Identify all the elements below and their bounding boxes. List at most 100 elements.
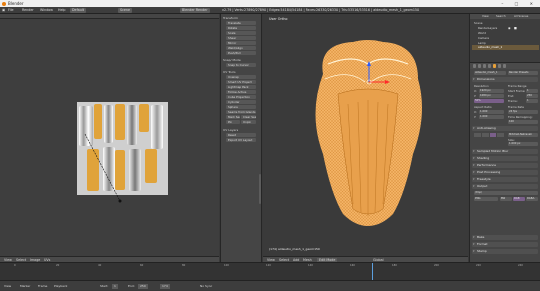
aa-filter-dropdown[interactable]: Mitchell-Netravali: [508, 133, 538, 137]
tool-unwrap-button[interactable]: Unwrap: [226, 75, 256, 79]
end-frame-field[interactable]: 250: [526, 93, 538, 98]
res-x-field[interactable]: 1920 px: [479, 88, 504, 93]
world-tab-icon[interactable]: [488, 63, 491, 68]
outliner-tab-search[interactable]: Search: [496, 14, 506, 19]
modifier-tab-icon[interactable]: [498, 63, 501, 68]
tool-unpin-button[interactable]: Unpin: [241, 120, 256, 124]
tool-scale-button[interactable]: Scale: [226, 31, 256, 35]
tl-end-field[interactable]: 250: [138, 283, 148, 289]
panel-dimensions[interactable]: Dimensions: [472, 77, 538, 82]
object-name-field[interactable]: aldeudio_mesh_1: [474, 71, 506, 75]
section-uv-layers[interactable]: UV Layers: [223, 128, 261, 132]
section-uv-tools[interactable]: UV Tools: [223, 70, 261, 74]
color-bw-button[interactable]: BW: [500, 197, 512, 201]
tool-rotate-button[interactable]: Rotate: [226, 26, 256, 30]
res-y-field[interactable]: 1080 px: [479, 93, 504, 98]
render-engine-selector[interactable]: Blender Render: [180, 8, 210, 13]
frame-rate-label: Frame Rate: [508, 105, 525, 109]
start-frame-field[interactable]: 1: [526, 88, 538, 93]
menu-render[interactable]: Render: [22, 7, 34, 14]
frame-rate-dropdown[interactable]: 24 fps: [508, 109, 538, 114]
panel-stamp[interactable]: Stamp: [472, 249, 538, 254]
time-remap-field[interactable]: 100: [508, 119, 538, 124]
aspect-y-field[interactable]: 1.000: [479, 114, 504, 119]
aa-11-button[interactable]: [489, 133, 497, 137]
panel-performance[interactable]: Performance: [472, 163, 538, 168]
object-tab-icon[interactable]: [493, 63, 496, 68]
render-tab-icon[interactable]: [473, 63, 476, 68]
outliner-tab-view[interactable]: View: [482, 14, 489, 19]
section-snap[interactable]: Snap/ Mode: [223, 58, 261, 62]
visibility-eye-icon[interactable]: ◉: [508, 26, 511, 30]
aa-5-button[interactable]: [474, 133, 481, 137]
tool-clear-seam-button[interactable]: Clear Seam: [241, 115, 256, 119]
tool-weld-button[interactable]: Weld/Align: [226, 46, 256, 50]
tool-lightmap-button[interactable]: Lightmap Pack: [226, 85, 256, 89]
render-presets-field[interactable]: Render Presets: [508, 71, 538, 75]
timeline-tick-label: 220: [476, 264, 481, 267]
menu-help[interactable]: Help: [58, 7, 66, 14]
output-path-field[interactable]: /tmp/: [474, 191, 538, 195]
panel-motion-blur[interactable]: Sampled Motion Blur: [472, 149, 538, 154]
outliner-tab-all-scenes[interactable]: All Scenes: [514, 14, 528, 19]
aa-samples-row[interactable]: [474, 133, 504, 137]
frame-step-field[interactable]: 1: [526, 98, 538, 103]
tool-pushpull-button[interactable]: Push/Pull: [226, 51, 256, 55]
scene-selector[interactable]: Scene: [118, 8, 133, 13]
3d-viewport[interactable]: User Ortho (174) aldeudio_mesh_1_geom150: [263, 14, 468, 256]
color-rgba-button[interactable]: RGBA: [526, 197, 538, 201]
outliner-item-selected[interactable]: aldeudio_mesh_1: [472, 45, 539, 50]
section-transform[interactable]: Transform: [223, 16, 261, 20]
transform-manipulator-icon[interactable]: [361, 60, 391, 90]
scene-tab-icon[interactable]: [483, 63, 486, 68]
aa-size-field[interactable]: 1.000 px: [508, 142, 538, 146]
timeline-playhead[interactable]: [372, 263, 373, 281]
file-format-dropdown[interactable]: PNG: [474, 197, 498, 201]
tool-seams-islands-button[interactable]: Seams from Islands: [226, 110, 256, 114]
tool-sphere-button[interactable]: Sphere: [226, 105, 256, 109]
panel-bake[interactable]: Bake: [472, 235, 538, 240]
panel-format[interactable]: Format: [472, 242, 538, 247]
window-controls[interactable]: – □ ✕: [501, 0, 538, 7]
panel-output[interactable]: Output: [472, 184, 538, 189]
tool-smart-uv-button[interactable]: Smart UV Project: [226, 80, 256, 84]
tool-shear-button[interactable]: Shear: [226, 36, 256, 40]
aspect-x-field[interactable]: 1.000: [479, 109, 504, 114]
panel-post-processing[interactable]: Post Processing: [472, 170, 538, 175]
panel-freestyle[interactable]: Freestyle: [472, 177, 538, 182]
aa-8-button[interactable]: [481, 133, 489, 137]
tl-start-field[interactable]: 1: [112, 283, 118, 289]
timeline[interactable]: 0 20 40 60 80 100 120 140 160 180 200 220 240: [0, 262, 540, 281]
blender-menu-icon[interactable]: ▣: [2, 7, 5, 14]
tool-snap-button[interactable]: Snap to Cursor: [226, 63, 256, 67]
tl-current-frame-field[interactable]: 174: [160, 283, 170, 289]
res-percentage-slider[interactable]: 50%: [474, 99, 504, 103]
camera-icon[interactable]: ■: [514, 26, 517, 30]
aspect-ratio-label: Aspect Ratio: [474, 105, 492, 109]
tool-reset-button[interactable]: Reset: [226, 133, 256, 137]
outliner-item[interactable]: RenderLayers: [478, 26, 497, 30]
panel-shading[interactable]: Shading: [472, 156, 538, 161]
tool-export-uv-button[interactable]: Export UV Layout: [226, 138, 256, 142]
tool-follow-active-button[interactable]: Follow Active: [226, 90, 256, 94]
tool-translate-button[interactable]: Translate: [226, 21, 256, 25]
tool-mirror-button[interactable]: Mirror: [226, 41, 256, 45]
material-tab-icon[interactable]: [503, 63, 506, 68]
menu-window[interactable]: Window: [40, 7, 53, 14]
layers-tab-icon[interactable]: [478, 63, 481, 68]
tool-cylinder-button[interactable]: Cylinder: [226, 100, 256, 104]
aa-16-button[interactable]: [497, 133, 504, 137]
color-rgb-button[interactable]: RGB: [513, 197, 525, 201]
tool-cube-proj-button[interactable]: Cube Projection: [226, 95, 256, 99]
tool-pin-button[interactable]: Pin: [226, 120, 240, 124]
outliner-item[interactable]: World: [478, 31, 486, 35]
panel-anti-aliasing[interactable]: Anti-Aliasing: [472, 126, 538, 131]
layout-selector[interactable]: Default: [70, 8, 87, 13]
properties-tabs[interactable]: [470, 63, 540, 69]
outliner-item[interactable]: Scene: [474, 21, 483, 25]
tool-mark-seam-button[interactable]: Mark Seam: [226, 115, 240, 119]
outliner-item[interactable]: Camera: [478, 36, 489, 40]
uv-editor-view[interactable]: [0, 19, 219, 256]
tool-shelf-scrollbar[interactable]: [259, 174, 261, 204]
menu-file[interactable]: File: [8, 7, 14, 14]
